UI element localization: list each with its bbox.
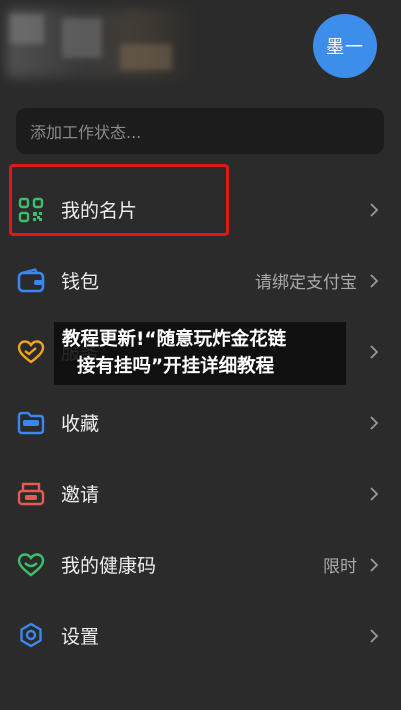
health-code-icon [16,550,46,580]
avatar[interactable]: 墨一 [313,14,377,78]
wallet-icon [16,266,46,296]
blurred-pixel [10,14,44,44]
status-input[interactable]: 添加工作状态... [16,108,384,154]
chevron-right-icon [370,202,379,217]
menu-item-health-code[interactable]: 我的健康码 限时 [0,529,401,600]
menu-item-wallet[interactable]: 钱包 请绑定支付宝 [0,245,401,316]
menu-item-hint: 限时 [323,557,357,577]
blurred-pixel [120,44,172,70]
chevron-right-icon [370,344,379,359]
menu-item-label: 收藏 [61,413,100,435]
highlight-box [9,164,229,236]
menu-item-hint: 请绑定支付宝 [255,273,357,293]
menu-item-label: 邀请 [61,484,100,506]
service-heart-icon [16,337,46,367]
chevron-right-icon [370,557,379,572]
overlay-banner: 教程更新!“随意玩炸金花链 接有挂吗”开挂详细教程 [54,322,346,385]
menu-item-favorites[interactable]: 收藏 [0,387,401,458]
blurred-pixel [62,18,102,58]
menu-item-label: 我的健康码 [61,555,157,577]
menu-item-invite[interactable]: 邀请 [0,458,401,529]
chevron-right-icon [370,486,379,501]
chevron-right-icon [370,273,379,288]
menu-item-label: 钱包 [61,271,100,293]
avatar-text: 墨一 [326,37,364,58]
menu-item-label: 设置 [61,626,100,648]
settings-gear-icon [16,621,46,651]
status-placeholder: 添加工作状态... [30,123,142,142]
chevron-right-icon [370,628,379,643]
overlay-line-2: 接有挂吗”开挂详细教程 [77,356,275,377]
chevron-right-icon [370,415,379,430]
folder-icon [16,408,46,438]
profile-header: 墨一 [0,0,401,96]
overlay-line-1: 教程更新!“随意玩炸金花链 [62,329,287,350]
invite-icon [16,479,46,509]
menu-list: 我的名片 钱包 请绑定支付宝 服务 [0,174,401,671]
menu-item-settings[interactable]: 设置 [0,600,401,671]
